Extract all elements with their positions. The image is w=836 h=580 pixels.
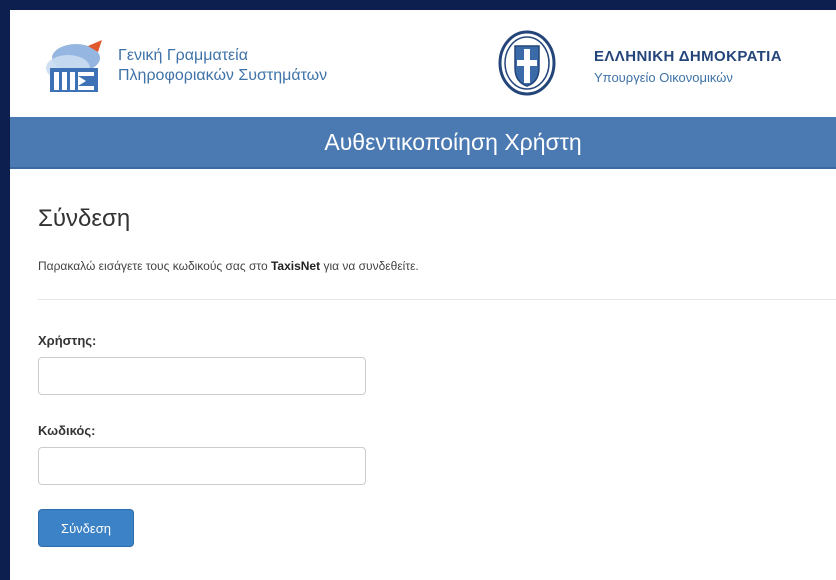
login-page: Γενική Γραμματεία Πληροφοριακών Συστημάτ… <box>10 10 836 580</box>
password-input[interactable] <box>38 447 366 485</box>
taxisnet-brand: TaxisNet <box>270 259 321 273</box>
gsis-logo-icon <box>46 40 102 92</box>
login-button[interactable]: Σύνδεση <box>38 509 134 547</box>
login-heading: Σύνδεση <box>38 205 131 232</box>
hellenic-republic-emblem-icon <box>498 30 556 96</box>
instruction-text-start: Παρακαλώ εισάγετε τους κωδικούς σας στο <box>38 259 271 273</box>
gsis-name-line2: Πληροφοριακών Συστημάτων <box>118 67 328 84</box>
login-instructions: Παρακαλώ εισάγετε τους κωδικούς σας στο … <box>38 259 419 273</box>
password-label: Κωδικός: <box>38 423 96 438</box>
username-input[interactable] <box>38 357 366 395</box>
site-header: Γενική Γραμματεία Πληροφοριακών Συστημάτ… <box>10 10 836 114</box>
gov-title: ΕΛΛΗΝΙΚΗ ΔΗΜΟΚΡΑΤΙΑ <box>594 48 782 65</box>
login-form: Σύνδεση Παρακαλώ εισάγετε τους κωδικούς … <box>10 169 836 580</box>
divider <box>38 299 836 300</box>
page-banner: Αυθεντικοποίηση Χρήστη <box>10 117 836 169</box>
gsis-name-line1: Γενική Γραμματεία <box>118 47 248 64</box>
ministry-name: Υπουργείο Οικονομικών <box>594 70 733 85</box>
gsis-name: Γενική Γραμματεία Πληροφοριακών Συστημάτ… <box>118 46 327 86</box>
username-label: Χρήστης: <box>38 333 97 348</box>
instruction-text-end: για να συνδεθείτε. <box>320 259 419 273</box>
